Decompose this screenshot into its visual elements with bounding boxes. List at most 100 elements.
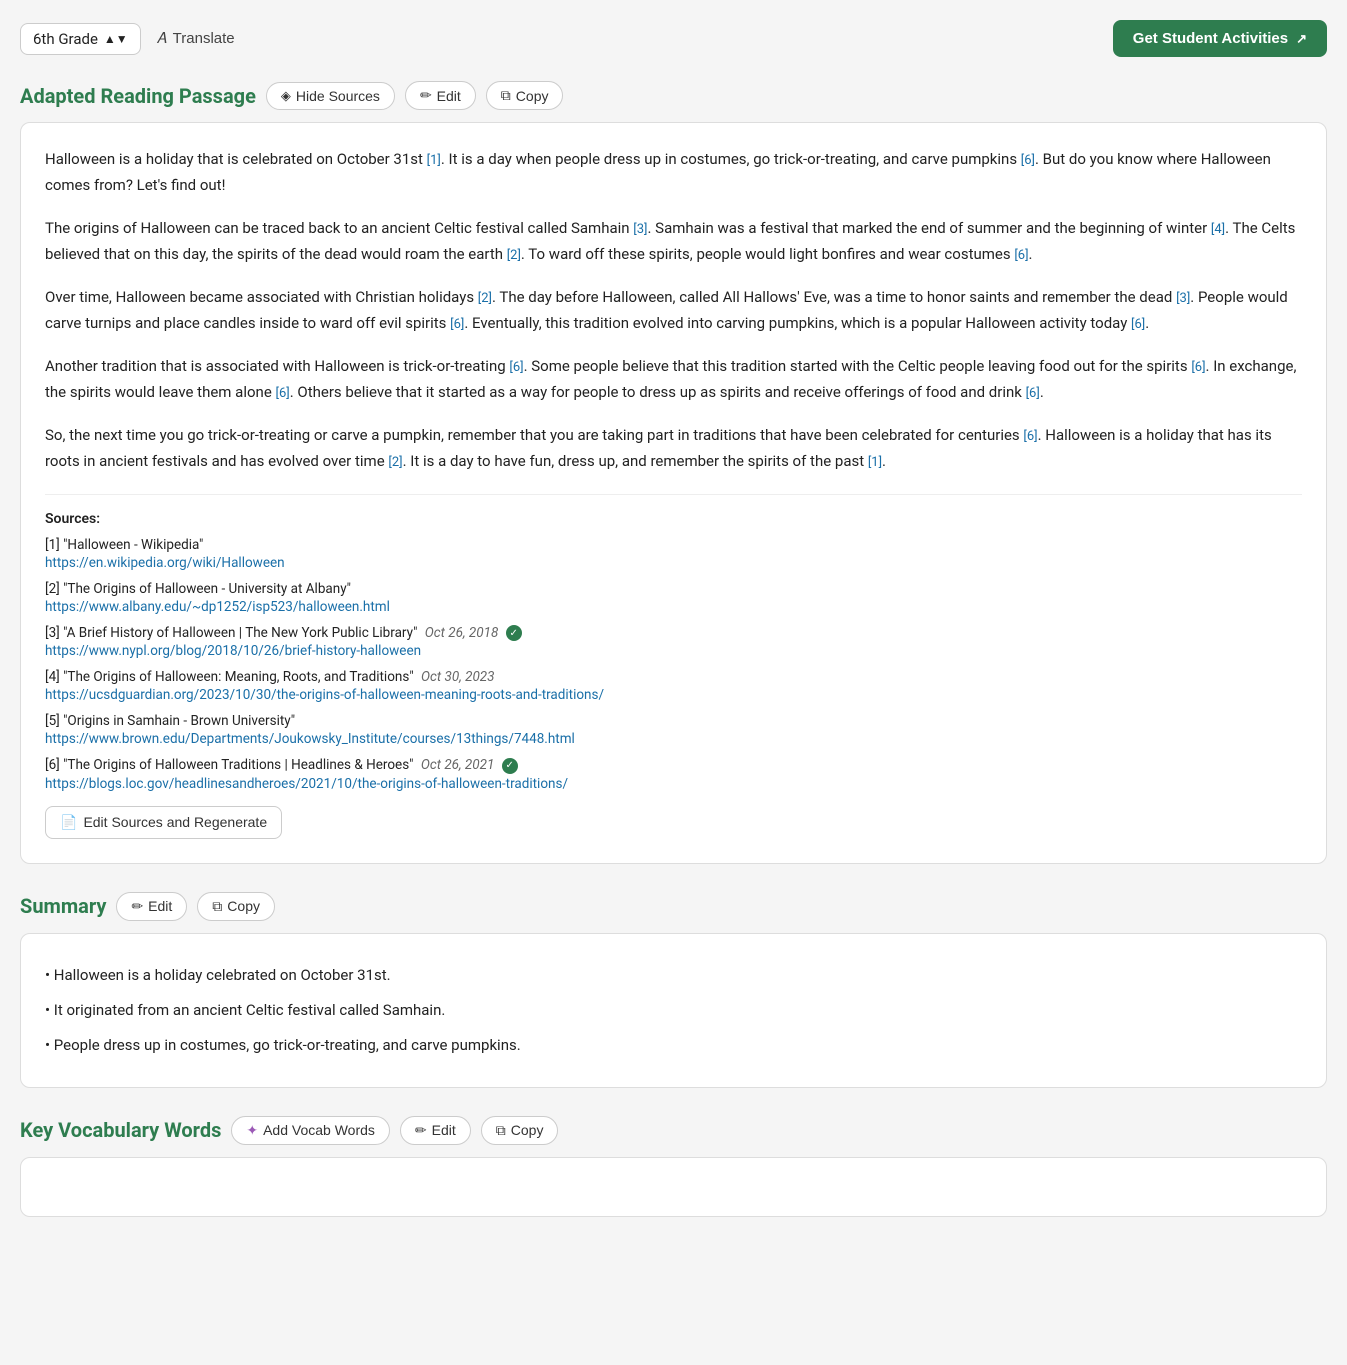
copy-vocab-button[interactable]: ⧉ Copy	[481, 1116, 559, 1145]
source-4-date: Oct 30, 2023	[421, 669, 495, 685]
source-5-title: "Origins in Samhain - Brown University"	[63, 713, 295, 729]
translate-button[interactable]: 𝐴 Translate	[157, 30, 235, 47]
cite-6f[interactable]: [6]	[1191, 360, 1205, 375]
source-5-num: [5]	[45, 713, 63, 729]
source-6: [6] "The Origins of Halloween Traditions…	[45, 757, 1302, 791]
edit-passage-button[interactable]: ✏ Edit	[405, 81, 476, 110]
adapted-reading-title: Adapted Reading Passage	[20, 84, 256, 108]
copy-summary-button[interactable]: ⧉ Copy	[197, 892, 275, 921]
passage-paragraph-4: Another tradition that is associated wit…	[45, 354, 1302, 405]
cite-3b[interactable]: [3]	[1176, 291, 1190, 306]
copy-icon: ⧉	[501, 87, 511, 104]
cite-6e[interactable]: [6]	[509, 360, 523, 375]
source-3-title: "A Brief History of Halloween | The New …	[63, 625, 417, 641]
copy-vocab-label: Copy	[511, 1122, 544, 1138]
vocab-content	[20, 1157, 1327, 1217]
edit-label: Edit	[437, 88, 461, 104]
source-5-link[interactable]: https://www.brown.edu/Departments/Joukow…	[45, 731, 1302, 747]
get-student-activities-button[interactable]: Get Student Activities ↗	[1113, 20, 1327, 57]
sources-section: Sources: [1] "Halloween - Wikipedia" htt…	[45, 494, 1302, 839]
source-2-num: [2]	[45, 581, 63, 597]
source-4-title: "The Origins of Halloween: Meaning, Root…	[63, 669, 414, 685]
top-bar: 6th Grade ▲▼ 𝐴 Translate Get Student Act…	[20, 20, 1327, 57]
add-vocab-button[interactable]: ✦ Add Vocab Words	[231, 1116, 390, 1145]
source-1-link[interactable]: https://en.wikipedia.org/wiki/Halloween	[45, 555, 1302, 571]
copy-label: Copy	[516, 88, 549, 104]
edit-vocab-button[interactable]: ✏ Edit	[400, 1116, 471, 1145]
verified-badge-6: ✓	[502, 758, 518, 774]
pencil-icon: ✏	[420, 87, 432, 104]
external-link-icon: ↗	[1296, 31, 1307, 47]
summary-bullet-3: • People dress up in costumes, go trick-…	[45, 1028, 1302, 1063]
cite-6c[interactable]: [6]	[450, 317, 464, 332]
source-3-link[interactable]: https://www.nypl.org/blog/2018/10/26/bri…	[45, 643, 1302, 659]
cite-2a[interactable]: [2]	[507, 248, 521, 263]
source-4: [4] "The Origins of Halloween: Meaning, …	[45, 669, 1302, 703]
pencil-icon-summary: ✏	[131, 898, 143, 915]
verified-badge-3: ✓	[506, 625, 522, 641]
source-3: [3] "A Brief History of Halloween | The …	[45, 625, 1302, 659]
copy-summary-label: Copy	[227, 898, 260, 914]
cite-4a[interactable]: [4]	[1211, 222, 1225, 237]
copy-icon-summary: ⧉	[212, 898, 222, 915]
sparkle-icon: ✦	[246, 1122, 258, 1139]
passage-paragraph-1: Halloween is a holiday that is celebrate…	[45, 147, 1302, 198]
source-6-link[interactable]: https://blogs.loc.gov/headlinesandheroes…	[45, 776, 1302, 792]
source-2: [2] "The Origins of Halloween - Universi…	[45, 581, 1302, 615]
cite-2b[interactable]: [2]	[478, 291, 492, 306]
cite-6i[interactable]: [6]	[1023, 429, 1037, 444]
edit-summary-button[interactable]: ✏ Edit	[116, 892, 187, 921]
grade-label: 6th Grade	[33, 30, 98, 48]
vocab-section: Key Vocabulary Words ✦ Add Vocab Words ✏…	[20, 1116, 1327, 1217]
summary-header: Summary ✏ Edit ⧉ Copy	[20, 892, 1327, 921]
sources-label: Sources:	[45, 511, 1302, 527]
cite-1[interactable]: [1]	[427, 153, 441, 168]
source-2-title: "The Origins of Halloween - University a…	[63, 581, 351, 597]
pencil-icon-vocab: ✏	[415, 1122, 427, 1139]
cite-6b[interactable]: [6]	[1014, 248, 1028, 263]
hide-sources-button[interactable]: ◈ Hide Sources	[266, 82, 395, 110]
source-4-link[interactable]: https://ucsdguardian.org/2023/10/30/the-…	[45, 687, 1302, 703]
vocab-header: Key Vocabulary Words ✦ Add Vocab Words ✏…	[20, 1116, 1327, 1145]
cite-6g[interactable]: [6]	[276, 386, 290, 401]
source-2-link[interactable]: https://www.albany.edu/~dp1252/isp523/ha…	[45, 599, 1302, 615]
translate-icon: 𝐴	[157, 30, 167, 47]
copy-passage-button[interactable]: ⧉ Copy	[486, 81, 564, 110]
summary-bullet-1: • Halloween is a holiday celebrated on O…	[45, 958, 1302, 993]
add-vocab-label: Add Vocab Words	[263, 1122, 375, 1138]
edit-summary-label: Edit	[148, 898, 172, 914]
cite-3a[interactable]: [3]	[633, 222, 647, 237]
top-bar-left: 6th Grade ▲▼ 𝐴 Translate	[20, 23, 235, 55]
source-3-date: Oct 26, 2018	[425, 625, 499, 641]
summary-content: • Halloween is a holiday celebrated on O…	[20, 933, 1327, 1088]
cite-6d[interactable]: [6]	[1131, 317, 1145, 332]
hide-sources-label: Hide Sources	[296, 88, 380, 104]
adapted-reading-section: Adapted Reading Passage ◈ Hide Sources ✏…	[20, 81, 1327, 864]
eye-icon: ◈	[281, 88, 291, 104]
cite-1b[interactable]: [1]	[868, 455, 882, 470]
get-activities-label: Get Student Activities	[1133, 30, 1288, 47]
vocab-title: Key Vocabulary Words	[20, 1118, 221, 1142]
passage-paragraph-3: Over time, Halloween became associated w…	[45, 285, 1302, 336]
cite-6h[interactable]: [6]	[1026, 386, 1040, 401]
source-3-num: [3]	[45, 625, 63, 641]
copy-icon-vocab: ⧉	[496, 1122, 506, 1139]
edit-sources-button[interactable]: 📄 Edit Sources and Regenerate	[45, 806, 282, 839]
passage-paragraph-2: The origins of Halloween can be traced b…	[45, 216, 1302, 267]
edit-sources-label: Edit Sources and Regenerate	[83, 814, 267, 830]
doc-icon: 📄	[60, 814, 77, 831]
chevron-down-icon: ▲▼	[104, 32, 128, 46]
grade-selector[interactable]: 6th Grade ▲▼	[20, 23, 141, 55]
summary-list: • Halloween is a holiday celebrated on O…	[45, 958, 1302, 1063]
summary-title: Summary	[20, 894, 106, 918]
summary-bullet-2: • It originated from an ancient Celtic f…	[45, 993, 1302, 1028]
source-1-num: [1]	[45, 537, 63, 553]
cite-6a[interactable]: [6]	[1021, 153, 1035, 168]
source-6-date: Oct 26, 2021	[421, 757, 495, 773]
source-1-title: "Halloween - Wikipedia"	[63, 537, 203, 553]
source-1: [1] "Halloween - Wikipedia" https://en.w…	[45, 537, 1302, 571]
adapted-reading-content: Halloween is a holiday that is celebrate…	[20, 122, 1327, 864]
source-5: [5] "Origins in Samhain - Brown Universi…	[45, 713, 1302, 747]
cite-2c[interactable]: [2]	[388, 455, 402, 470]
source-6-num: [6]	[45, 757, 63, 773]
